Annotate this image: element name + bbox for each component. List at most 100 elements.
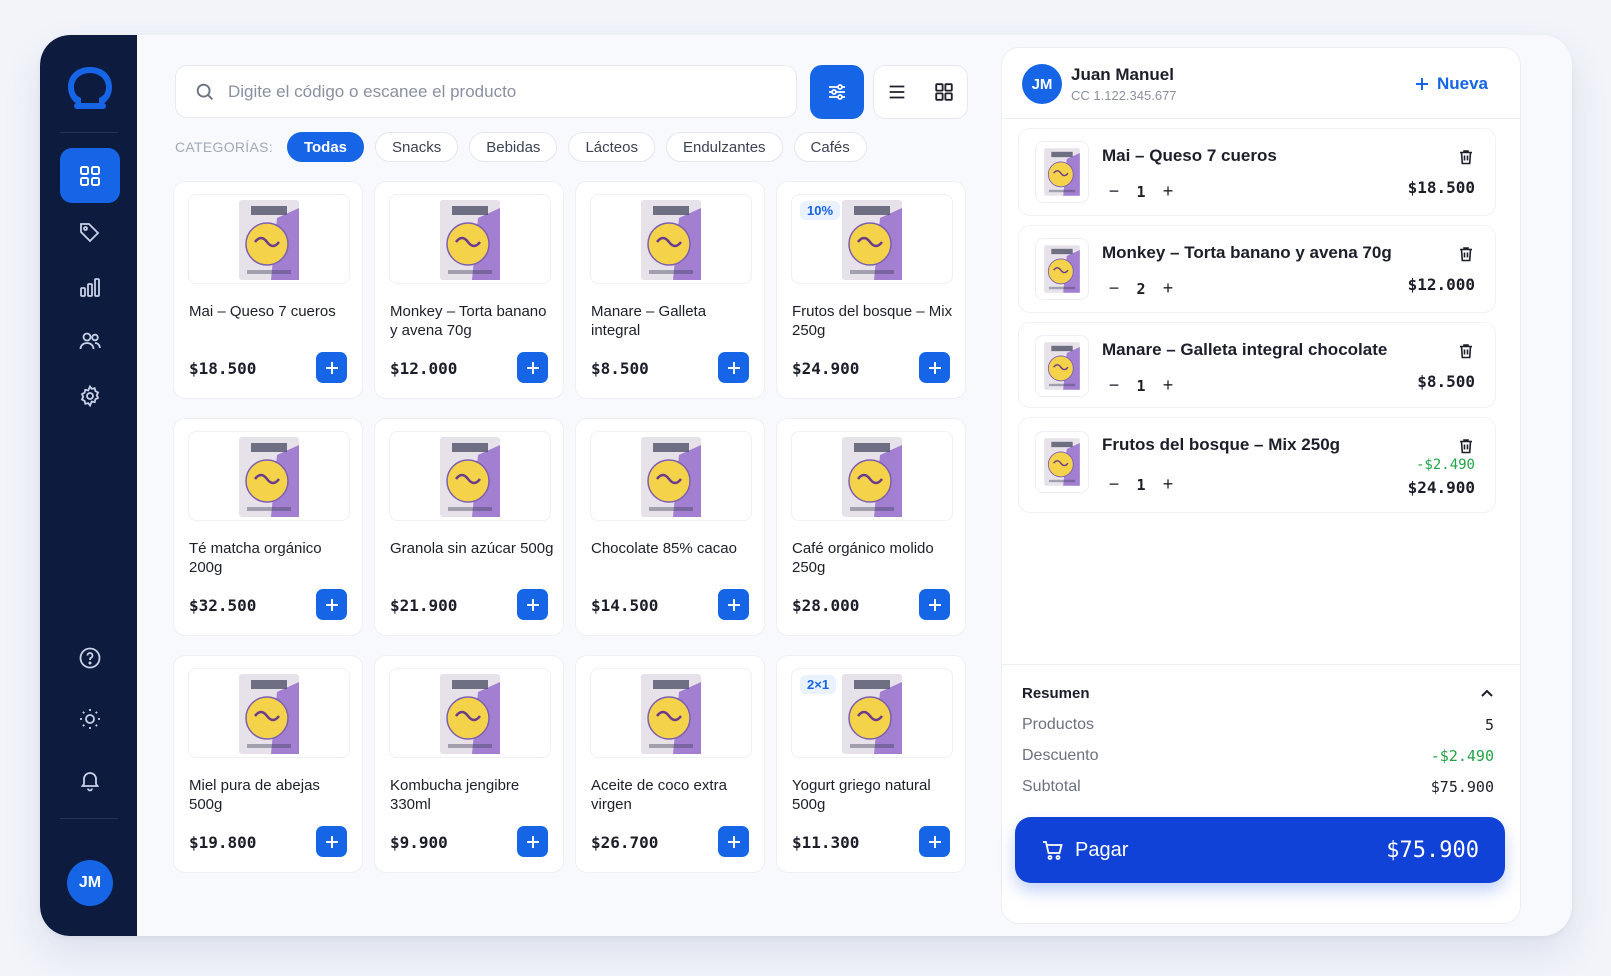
promo-badge: 10% bbox=[800, 201, 841, 220]
add-to-cart-button[interactable] bbox=[919, 826, 950, 857]
theme-toggle[interactable] bbox=[60, 691, 120, 746]
nav-help[interactable] bbox=[60, 630, 120, 685]
category-chip-snacks[interactable]: Snacks bbox=[375, 132, 459, 162]
product-image bbox=[1044, 245, 1080, 293]
cart-item-thumb bbox=[1035, 335, 1089, 397]
decrease-button[interactable]: − bbox=[1104, 474, 1124, 495]
summary-products-value: 5 bbox=[1484, 716, 1494, 734]
add-to-cart-button[interactable] bbox=[517, 826, 548, 857]
product-name: Frutos del bosque – Mix 250g bbox=[792, 303, 953, 339]
category-chip-cafes[interactable]: Cafés bbox=[793, 132, 867, 162]
summary-header[interactable]: Resumen bbox=[1022, 685, 1494, 702]
product-image bbox=[842, 437, 902, 517]
filter-button[interactable] bbox=[810, 65, 864, 119]
product-price: $21.900 bbox=[390, 596, 458, 615]
quantity-value: 1 bbox=[1136, 376, 1146, 395]
product-image bbox=[239, 674, 299, 754]
product-image bbox=[842, 674, 902, 754]
cart-item-name: Frutos del bosque – Mix 250g bbox=[1102, 435, 1341, 454]
add-to-cart-button[interactable] bbox=[718, 589, 749, 620]
trash-icon[interactable] bbox=[1457, 148, 1475, 166]
product-card[interactable]: Café orgánico molido 250g $28.000 bbox=[776, 418, 966, 636]
product-card[interactable]: 10% Frutos del bosque – Mix 250g $24.900 bbox=[776, 181, 966, 399]
add-to-cart-button[interactable] bbox=[718, 352, 749, 383]
increase-button[interactable]: + bbox=[1158, 375, 1178, 396]
search-bar[interactable] bbox=[175, 65, 797, 118]
category-chip-todas[interactable]: Todas bbox=[286, 132, 365, 162]
product-card[interactable]: Kombucha jengibre 330ml $9.900 bbox=[374, 655, 564, 873]
customer-header[interactable]: JM Juan Manuel CC 1.122.345.677 bbox=[1022, 64, 1177, 104]
category-chip-bebidas[interactable]: Bebidas bbox=[469, 132, 558, 162]
trash-icon[interactable] bbox=[1457, 245, 1475, 263]
increase-button[interactable]: + bbox=[1158, 181, 1178, 202]
decrease-button[interactable]: − bbox=[1104, 181, 1124, 202]
increase-button[interactable]: + bbox=[1158, 474, 1178, 495]
summary-subtotal-label: Subtotal bbox=[1022, 778, 1081, 795]
user-avatar[interactable]: JM bbox=[67, 860, 113, 906]
add-to-cart-button[interactable] bbox=[316, 352, 347, 383]
product-image-box: 10% bbox=[791, 194, 953, 284]
cart-item: Manare – Galleta integral chocolate −1 + $8… bbox=[1018, 322, 1496, 408]
add-to-cart-button[interactable] bbox=[316, 826, 347, 857]
product-image-box bbox=[188, 431, 350, 521]
nav-customers[interactable] bbox=[60, 313, 120, 368]
add-to-cart-button[interactable] bbox=[517, 352, 548, 383]
add-to-cart-button[interactable] bbox=[718, 826, 749, 857]
grid-view-button[interactable] bbox=[921, 66, 968, 118]
product-image bbox=[1044, 438, 1080, 486]
increase-button[interactable]: + bbox=[1158, 278, 1178, 299]
product-price: $18.500 bbox=[189, 359, 257, 378]
add-to-cart-button[interactable] bbox=[316, 589, 347, 620]
chevron-up-icon[interactable] bbox=[1480, 687, 1494, 701]
product-card[interactable]: Chocolate 85% cacao $14.500 bbox=[575, 418, 765, 636]
category-chip-endulzantes[interactable]: Endulzantes bbox=[665, 132, 783, 162]
product-image bbox=[239, 200, 299, 280]
product-card[interactable]: Monkey – Torta banano y avena 70g $12.000 bbox=[374, 181, 564, 399]
notifications[interactable] bbox=[60, 752, 120, 807]
plus-icon bbox=[928, 361, 941, 374]
category-chip-lacteos[interactable]: Lácteos bbox=[568, 132, 655, 162]
product-image bbox=[641, 437, 701, 517]
nav-products[interactable] bbox=[60, 204, 120, 259]
add-to-cart-button[interactable] bbox=[517, 589, 548, 620]
product-card[interactable]: Granola sin azúcar 500g $21.900 bbox=[374, 418, 564, 636]
product-image-box bbox=[389, 668, 551, 758]
sliders-icon bbox=[829, 84, 845, 100]
product-card[interactable]: Mai – Queso 7 cueros $18.500 bbox=[173, 181, 363, 399]
product-card[interactable]: 2×1 Yogurt griego natural 500g $11.300 bbox=[776, 655, 966, 873]
product-card[interactable]: Manare – Galleta integral $8.500 bbox=[575, 181, 765, 399]
search-input[interactable] bbox=[228, 81, 768, 102]
plus-icon bbox=[928, 835, 941, 848]
product-name: Monkey – Torta banano y avena 70g bbox=[390, 303, 547, 339]
product-card[interactable]: Té matcha orgánico 200g $32.500 bbox=[173, 418, 363, 636]
product-card[interactable]: Aceite de coco extra virgen $26.700 bbox=[575, 655, 765, 873]
cart-panel: JM Juan Manuel CC 1.122.345.677 Nueva Ma… bbox=[1001, 47, 1521, 924]
product-card[interactable]: Miel pura de abejas 500g $19.800 bbox=[173, 655, 363, 873]
nav-reports[interactable] bbox=[60, 259, 120, 314]
decrease-button[interactable]: − bbox=[1104, 375, 1124, 396]
cart-item-thumb bbox=[1035, 431, 1089, 493]
trash-icon[interactable] bbox=[1457, 437, 1475, 455]
cart-item-price: $18.500 bbox=[1407, 178, 1475, 197]
pay-button[interactable]: Pagar $75.900 bbox=[1015, 817, 1505, 883]
nav-settings[interactable] bbox=[60, 368, 120, 423]
cart-item-price: $24.900 bbox=[1407, 478, 1475, 497]
nav-dashboard[interactable] bbox=[60, 148, 120, 203]
quantity-stepper: −1 + bbox=[1104, 474, 1178, 495]
product-image-box bbox=[791, 431, 953, 521]
summary-discount-value: -$2.490 bbox=[1430, 747, 1494, 765]
new-sale-button[interactable]: Nueva bbox=[1415, 74, 1488, 94]
app-window: JM Digite el código o escanee el product… bbox=[40, 35, 1572, 936]
add-to-cart-button[interactable] bbox=[919, 589, 950, 620]
decrease-button[interactable]: − bbox=[1104, 278, 1124, 299]
quantity-value: 2 bbox=[1136, 279, 1146, 298]
pay-amount: $75.900 bbox=[1386, 837, 1479, 863]
product-image-box bbox=[590, 194, 752, 284]
trash-icon[interactable] bbox=[1457, 342, 1475, 360]
add-to-cart-button[interactable] bbox=[919, 352, 950, 383]
product-name: Manare – Galleta integral bbox=[591, 303, 707, 339]
list-view-button[interactable] bbox=[874, 66, 921, 118]
list-icon bbox=[889, 85, 905, 99]
quantity-stepper: −2 + bbox=[1104, 278, 1178, 299]
search-icon bbox=[196, 83, 213, 100]
